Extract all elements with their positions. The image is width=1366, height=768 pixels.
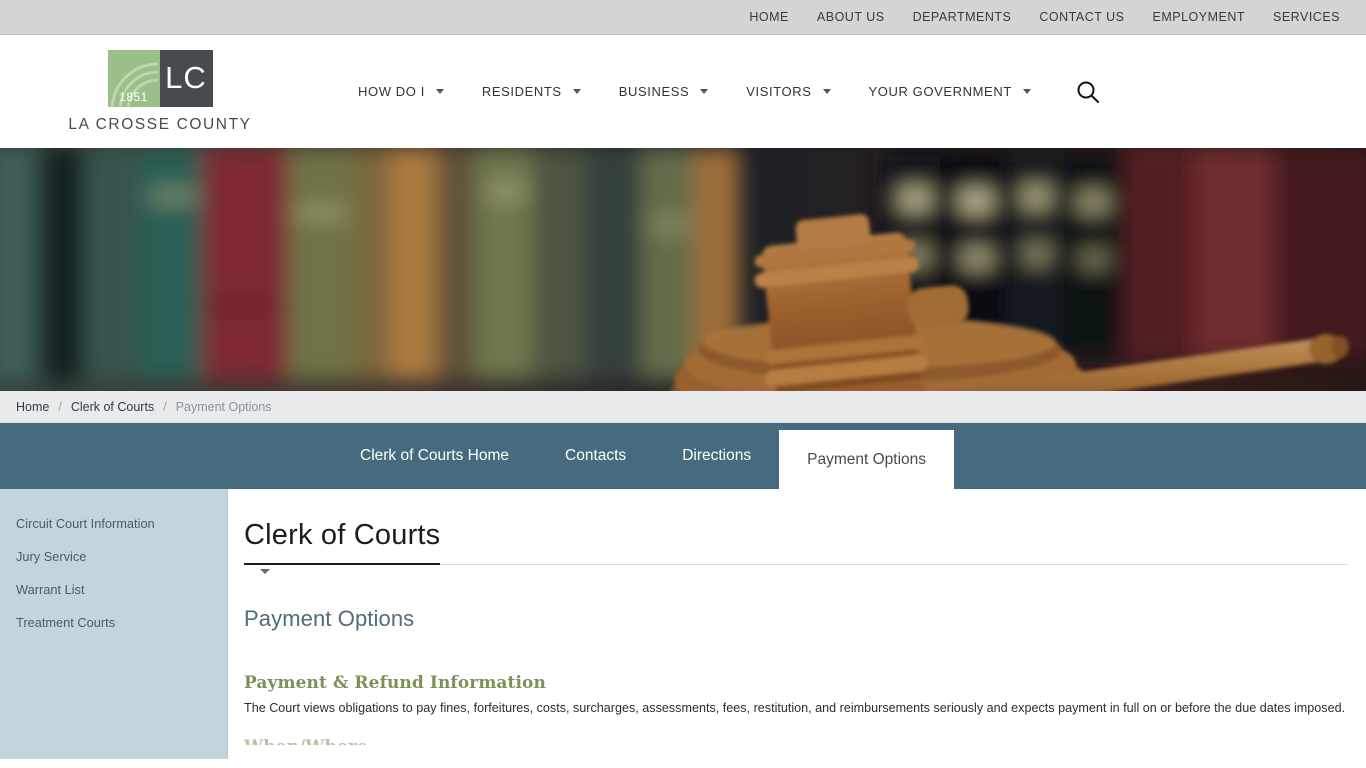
breadcrumb-item-current: Payment Options [175, 399, 272, 414]
breadcrumb: Home / Clerk of Courts / Payment Options [0, 391, 1366, 423]
page-body: Circuit Court Information Jury Service W… [0, 489, 1366, 759]
nav-label: BUSINESS [618, 84, 690, 99]
hero-image-gavel-books [0, 148, 1366, 391]
tab-clerk-of-courts-home[interactable]: Clerk of Courts Home [332, 423, 537, 489]
breadcrumb-item-home[interactable]: Home [16, 400, 49, 414]
breadcrumb-item-clerk-of-courts[interactable]: Clerk of Courts [71, 400, 154, 414]
nav-item-how-do-i[interactable]: HOW DO I [358, 84, 444, 99]
chevron-down-icon [822, 89, 831, 94]
chevron-down-icon [700, 89, 709, 94]
next-section-heading-partial: When/Where [244, 737, 1348, 745]
breadcrumb-separator: / [58, 399, 62, 414]
chevron-down-icon [435, 89, 444, 94]
nav-item-your-government[interactable]: YOUR GOVERNMENT [869, 84, 1031, 99]
chevron-down-icon [572, 89, 581, 94]
logo-mark: 1851 LC [107, 49, 213, 107]
breadcrumb-separator: / [163, 399, 167, 414]
nav-label: HOW DO I [358, 84, 425, 99]
top-nav-link-employment[interactable]: EMPLOYMENT [1152, 10, 1245, 24]
main-content: Clerk of Courts Payment Options Payment … [228, 489, 1366, 759]
search-icon [1077, 81, 1099, 103]
logo-year: 1851 [119, 89, 148, 104]
nav-label: YOUR GOVERNMENT [868, 84, 1012, 99]
sidebar-item-jury-service[interactable]: Jury Service [0, 540, 227, 573]
section-subtitle: Payment Options [244, 606, 415, 631]
top-nav-link-services[interactable]: SERVICES [1273, 10, 1340, 24]
nav-item-visitors[interactable]: VISITORS [746, 84, 831, 99]
logo-county-name: LA CROSSE COUNTY [68, 115, 252, 133]
sidebar-item-warrant-list[interactable]: Warrant List [0, 573, 227, 606]
hero-banner [0, 148, 1366, 391]
chevron-down-icon [1022, 89, 1031, 94]
top-nav-link-departments[interactable]: DEPARTMENTS [913, 10, 1012, 24]
site-header: 1851 LC LA CROSSE COUNTY HOW DO I RESIDE… [0, 35, 1366, 148]
top-nav-link-home[interactable]: HOME [749, 10, 789, 24]
page-title: Clerk of Courts [244, 519, 441, 565]
sidebar-item-treatment-courts[interactable]: Treatment Courts [0, 606, 227, 639]
main-navigation: HOW DO I RESIDENTS BUSINESS VISITORS YOU… [300, 79, 1366, 105]
logo-green-block: 1851 [107, 49, 160, 107]
tab-payment-options[interactable]: Payment Options [779, 430, 955, 489]
sidebar-navigation: Circuit Court Information Jury Service W… [0, 489, 228, 759]
nav-item-residents[interactable]: RESIDENTS [482, 84, 581, 99]
tab-directions[interactable]: Directions [654, 423, 779, 489]
top-nav-link-contact-us[interactable]: CONTACT US [1039, 10, 1124, 24]
site-logo[interactable]: 1851 LC LA CROSSE COUNTY [0, 49, 300, 134]
tab-contacts[interactable]: Contacts [537, 423, 654, 489]
search-button[interactable] [1075, 79, 1101, 105]
sidebar-item-circuit-court-information[interactable]: Circuit Court Information [0, 507, 227, 540]
section-tab-bar: Clerk of Courts Home Contacts Directions… [0, 423, 1366, 489]
top-nav-link-about-us[interactable]: ABOUT US [817, 10, 885, 24]
payment-refund-paragraph: The Court views obligations to pay fines… [244, 701, 1346, 715]
top-utility-bar: HOME ABOUT US DEPARTMENTS CONTACT US EMP… [0, 0, 1366, 35]
chevron-down-icon [260, 569, 270, 574]
payment-refund-heading: Payment & Refund Information [244, 673, 546, 693]
nav-label: VISITORS [746, 84, 812, 99]
nav-label: RESIDENTS [481, 84, 562, 99]
logo-initials: LC [159, 49, 213, 107]
nav-item-business[interactable]: BUSINESS [619, 84, 709, 99]
